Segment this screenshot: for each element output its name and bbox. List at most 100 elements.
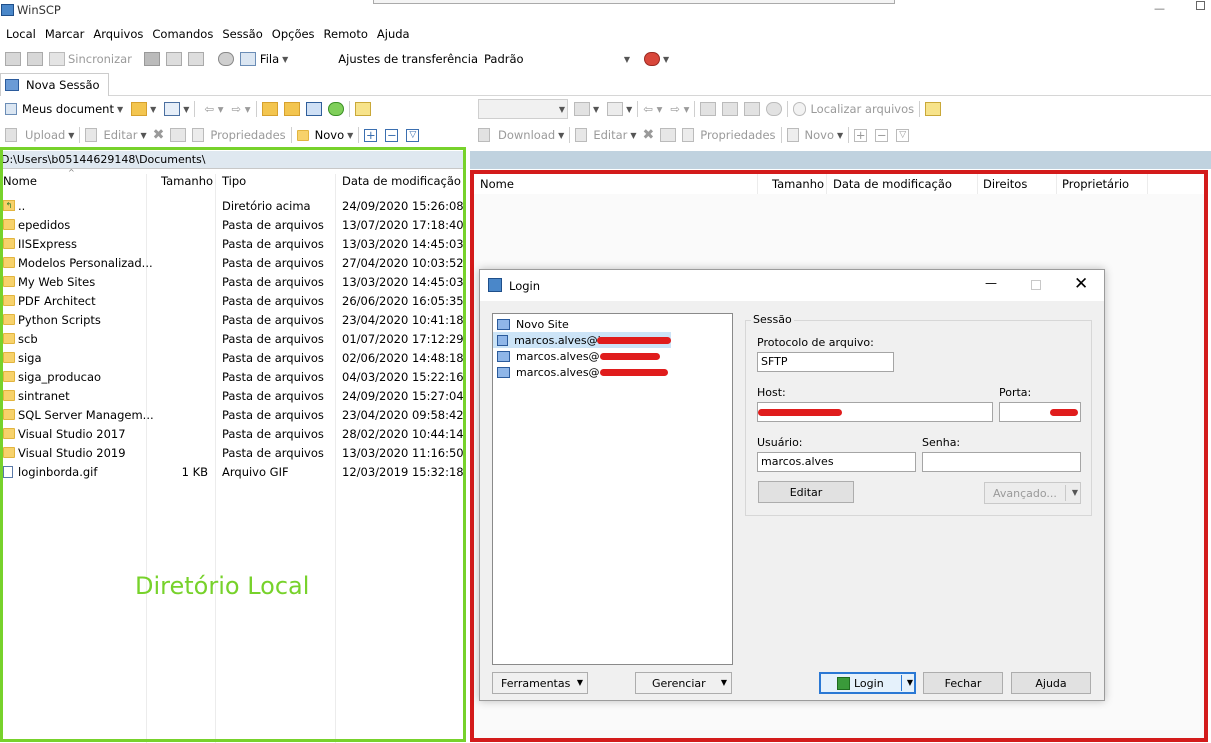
filter-icon[interactable] xyxy=(607,102,624,116)
transfer-settings-select[interactable]: Padrão ▼ xyxy=(484,49,630,69)
table-row[interactable]: Visual Studio 2017 Pasta de arquivos 28/02… xyxy=(0,424,466,443)
minimize-icon[interactable]: — xyxy=(1154,2,1165,15)
local-location-select[interactable]: Meus document xyxy=(22,102,114,116)
menu-remoto[interactable]: Remoto xyxy=(324,27,368,41)
refresh-icon[interactable] xyxy=(327,102,344,116)
refresh-icon[interactable] xyxy=(766,102,783,116)
menu-opcoes[interactable]: Opções xyxy=(272,27,315,41)
sync-dirs-icon[interactable] xyxy=(27,52,43,66)
filter-select-icon[interactable]: ▽ xyxy=(896,128,910,142)
transfer-profile-icon[interactable] xyxy=(644,52,660,66)
tree-icon[interactable] xyxy=(925,102,942,116)
compare-icon[interactable] xyxy=(5,52,21,66)
local-edit-button[interactable]: Editar ▼ xyxy=(85,128,147,142)
advanced-button[interactable]: Avançado... ▼ xyxy=(984,482,1081,504)
menu-comandos[interactable]: Comandos xyxy=(152,27,213,41)
table-row[interactable]: Python Scripts Pasta de arquivos 23/04/202… xyxy=(0,310,466,329)
restore-icon[interactable] xyxy=(1196,1,1205,10)
chevron-down-icon[interactable]: ▼ xyxy=(626,105,632,114)
table-row[interactable]: siga Pasta de arquivos 02/06/2020 14:48:18 xyxy=(0,348,466,367)
filter-select-icon[interactable]: ▽ xyxy=(406,128,420,142)
chevron-down-icon[interactable]: ▼ xyxy=(663,55,669,64)
chevron-down-icon[interactable]: ▼ xyxy=(593,105,599,114)
parent-dir-icon[interactable] xyxy=(261,102,278,116)
select-all-icon[interactable]: + xyxy=(854,128,868,142)
open-folder-icon[interactable] xyxy=(574,102,590,116)
remote-location-select[interactable]: ▼ xyxy=(478,99,568,119)
chevron-down-icon[interactable]: ▼ xyxy=(117,105,123,114)
rename-icon[interactable] xyxy=(660,128,677,142)
upload-button[interactable]: Upload ▼ xyxy=(5,128,74,142)
remote-col-name[interactable]: Nome xyxy=(480,177,514,191)
user-field[interactable]: marcos.alves xyxy=(757,452,916,472)
remote-properties-button[interactable]: Propriedades xyxy=(682,128,776,142)
remote-col-rights[interactable]: Direitos xyxy=(983,177,1027,191)
local-col-size[interactable]: Tamanho xyxy=(161,174,213,194)
unselect-icon[interactable]: − xyxy=(875,128,889,142)
local-new-button[interactable]: Novo ▼ xyxy=(296,128,353,142)
synchronize-button[interactable]: Sincronizar xyxy=(49,52,132,66)
forward-icon[interactable]: ⇨ ▾ xyxy=(232,102,251,116)
close-icon[interactable]: ✕ xyxy=(1074,274,1088,294)
host-field[interactable] xyxy=(757,402,993,422)
root-dir-icon[interactable] xyxy=(283,102,300,116)
forward-icon[interactable]: ⇨ ▾ xyxy=(670,102,689,116)
table-row[interactable]: IISExpress Pasta de arquivos 13/03/2020 14… xyxy=(0,234,466,253)
remote-col-owner[interactable]: Proprietário xyxy=(1062,177,1129,191)
protocol-select[interactable]: SFTP xyxy=(757,352,894,372)
delete-icon[interactable]: ✖ xyxy=(153,127,165,143)
open-folder-icon[interactable] xyxy=(131,102,148,116)
site-new[interactable]: Novo Site xyxy=(493,316,732,332)
local-col-modified[interactable]: Data de modificação xyxy=(342,174,461,194)
table-row[interactable]: scb Pasta de arquivos 01/07/2020 17:12:29 xyxy=(0,329,466,348)
local-col-type[interactable]: Tipo xyxy=(222,174,246,194)
tree-icon[interactable] xyxy=(354,102,371,116)
edit-site-button[interactable]: Editar xyxy=(758,481,854,503)
local-path-bar[interactable]: D:\Users\b05144629148\Documents\ xyxy=(0,151,466,169)
root-dir-icon[interactable] xyxy=(722,102,739,116)
tools-button[interactable]: Ferramentas ▼ xyxy=(492,672,588,694)
gear-icon[interactable] xyxy=(217,52,234,66)
site-item[interactable]: marcos.alves@ xyxy=(493,348,732,364)
find-files-button[interactable]: Localizar arquivos xyxy=(793,102,914,116)
menu-ajuda[interactable]: Ajuda xyxy=(377,27,410,41)
password-field[interactable] xyxy=(922,452,1081,472)
unselect-icon[interactable]: − xyxy=(385,128,399,142)
help-button[interactable]: Ajuda xyxy=(1011,672,1091,694)
home-icon[interactable] xyxy=(744,102,761,116)
menu-marcar[interactable]: Marcar xyxy=(45,27,85,41)
filter-icon[interactable] xyxy=(164,102,181,116)
remote-edit-button[interactable]: Editar ▼ xyxy=(575,128,637,142)
queue-button[interactable]: Fila ▼ xyxy=(239,52,288,66)
port-field[interactable] xyxy=(999,402,1081,422)
rename-icon[interactable] xyxy=(170,128,187,142)
table-row[interactable]: epedidos Pasta de arquivos 13/07/2020 17:1… xyxy=(0,215,466,234)
tab-new-session[interactable]: Nova Sessão xyxy=(0,73,109,96)
download-button[interactable]: Download ▼ xyxy=(478,128,564,142)
site-item[interactable]: marcos.alves@ xyxy=(493,364,732,380)
table-row[interactable]: ↰.. Diretório acima 24/09/2020 15:26:08 xyxy=(0,196,466,215)
chevron-down-icon[interactable]: ▼ xyxy=(183,105,189,114)
table-row[interactable]: Modelos Personalizad... Pasta de arquivos… xyxy=(0,253,466,272)
remote-new-button[interactable]: Novo ▼ xyxy=(786,128,843,142)
menu-arquivos[interactable]: Arquivos xyxy=(93,27,143,41)
table-row[interactable]: siga_producao Pasta de arquivos 04/03/2020… xyxy=(0,367,466,386)
home-icon[interactable] xyxy=(305,102,322,116)
table-row[interactable]: SQL Server Managem... Pasta de arquivos 23… xyxy=(0,405,466,424)
menu-sessao[interactable]: Sessão xyxy=(222,27,262,41)
site-list[interactable]: Novo Site marcos.alves@i marcos.alves@ m… xyxy=(492,313,733,665)
table-row[interactable]: sintranet Pasta de arquivos 24/09/2020 15:… xyxy=(0,386,466,405)
remote-col-size[interactable]: Tamanho xyxy=(772,177,824,191)
local-col-name[interactable]: Nome xyxy=(3,174,37,194)
select-all-icon[interactable]: + xyxy=(364,128,378,142)
delete-icon[interactable]: ✖ xyxy=(643,127,655,143)
manage-button[interactable]: Gerenciar ▼ xyxy=(635,672,732,694)
table-row[interactable]: My Web Sites Pasta de arquivos 13/03/2020 … xyxy=(0,272,466,291)
table-row[interactable]: Visual Studio 2019 Pasta de arquivos 13/03… xyxy=(0,443,466,462)
parent-dir-icon[interactable] xyxy=(700,102,717,116)
menu-local[interactable]: Local xyxy=(6,27,36,41)
back-icon[interactable]: ⇦ ▾ xyxy=(643,102,662,116)
remote-path-bar[interactable] xyxy=(470,151,1211,169)
back-icon[interactable]: ⇦ ▾ xyxy=(204,102,223,116)
minimize-icon[interactable]: — xyxy=(985,276,997,290)
